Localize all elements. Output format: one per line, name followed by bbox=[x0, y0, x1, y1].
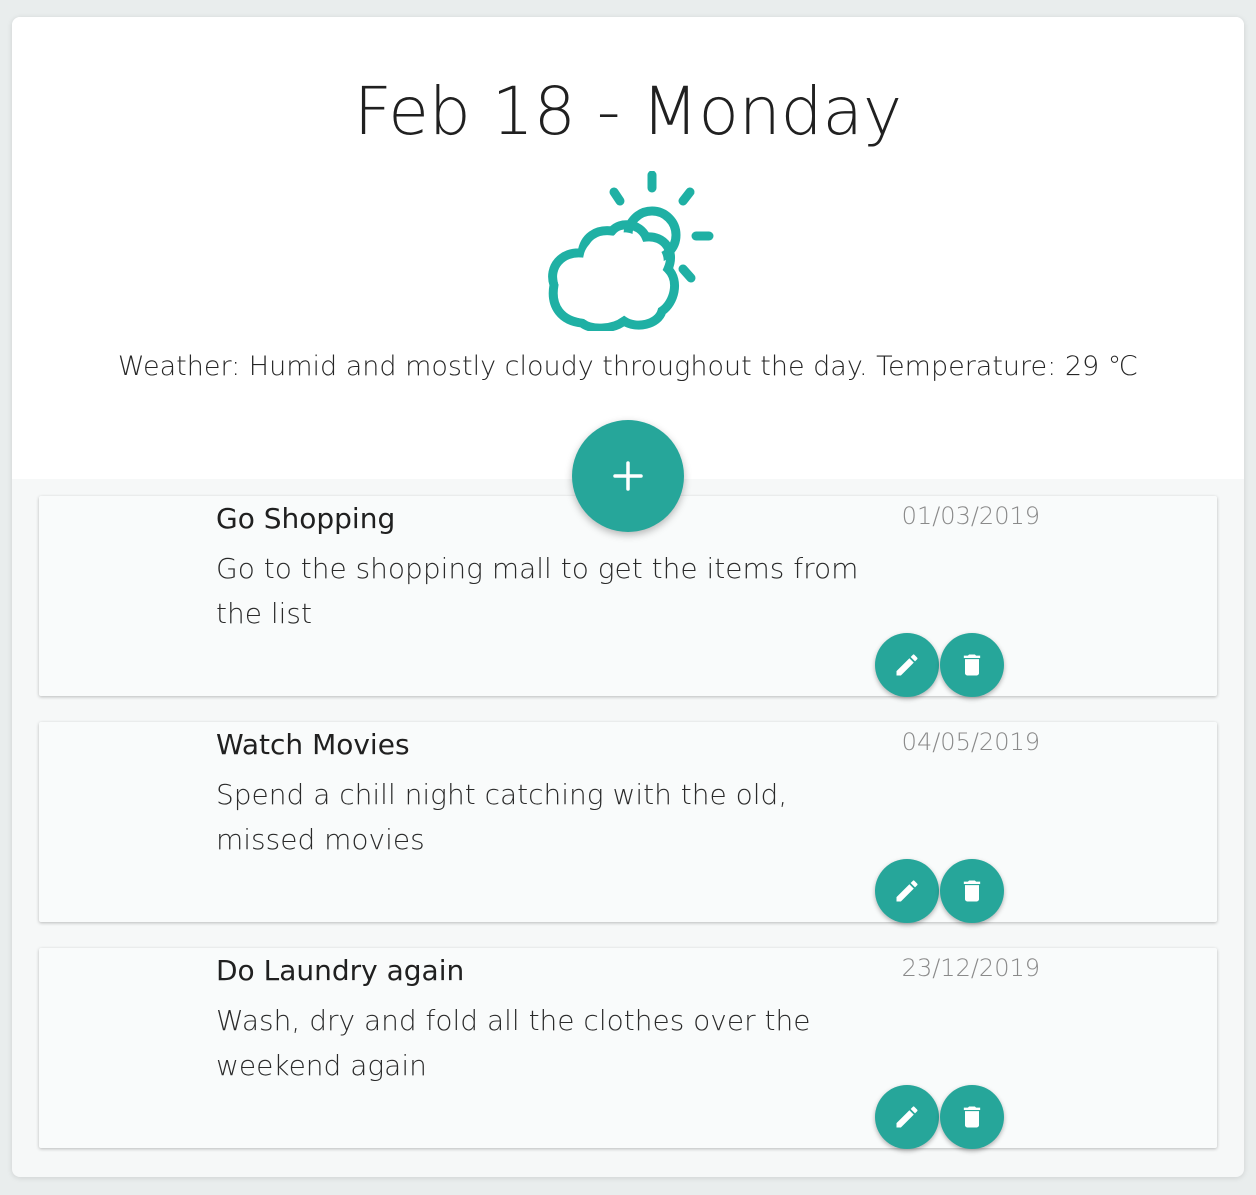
todo-date: 23/12/2019 bbox=[901, 954, 1040, 982]
todo-item: Watch Movies Spend a chill night catchin… bbox=[39, 722, 1217, 923]
todo-date: 04/05/2019 bbox=[901, 728, 1040, 756]
todo-title: Watch Movies bbox=[216, 728, 410, 761]
todo-title: Go Shopping bbox=[216, 502, 396, 535]
add-todo-button[interactable] bbox=[572, 420, 684, 532]
main-card: Feb 18 - Monday Weather: Humid and mostl… bbox=[12, 17, 1244, 1177]
pencil-icon bbox=[896, 880, 918, 902]
todo-description: Spend a chill night catching with the ol… bbox=[216, 778, 788, 856]
date-title: Feb 18 - Monday bbox=[353, 73, 903, 150]
trash-icon bbox=[963, 1106, 981, 1128]
edit-button[interactable] bbox=[875, 633, 939, 697]
pencil-icon bbox=[896, 1106, 918, 1128]
edit-button[interactable] bbox=[875, 1085, 939, 1149]
pencil-icon bbox=[896, 654, 918, 676]
partly-cloudy-icon bbox=[540, 170, 716, 333]
todo-description: Wash, dry and fold all the clothes over … bbox=[216, 1004, 811, 1082]
todo-date: 01/03/2019 bbox=[901, 502, 1040, 530]
trash-icon bbox=[963, 880, 981, 902]
delete-button[interactable] bbox=[940, 633, 1004, 697]
delete-button[interactable] bbox=[940, 1085, 1004, 1149]
day-header: Feb 18 - Monday Weather: Humid and mostl… bbox=[12, 17, 1244, 479]
weather-description: Weather: Humid and mostly cloudy through… bbox=[117, 351, 1139, 382]
plus-icon bbox=[613, 461, 643, 491]
delete-button[interactable] bbox=[940, 859, 1004, 923]
trash-icon bbox=[963, 654, 981, 676]
todo-description: Go to the shopping mall to get the items… bbox=[216, 552, 859, 630]
edit-button[interactable] bbox=[875, 859, 939, 923]
todo-item: Do Laundry again Wash, dry and fold all … bbox=[39, 948, 1217, 1149]
todo-title: Do Laundry again bbox=[216, 954, 465, 987]
